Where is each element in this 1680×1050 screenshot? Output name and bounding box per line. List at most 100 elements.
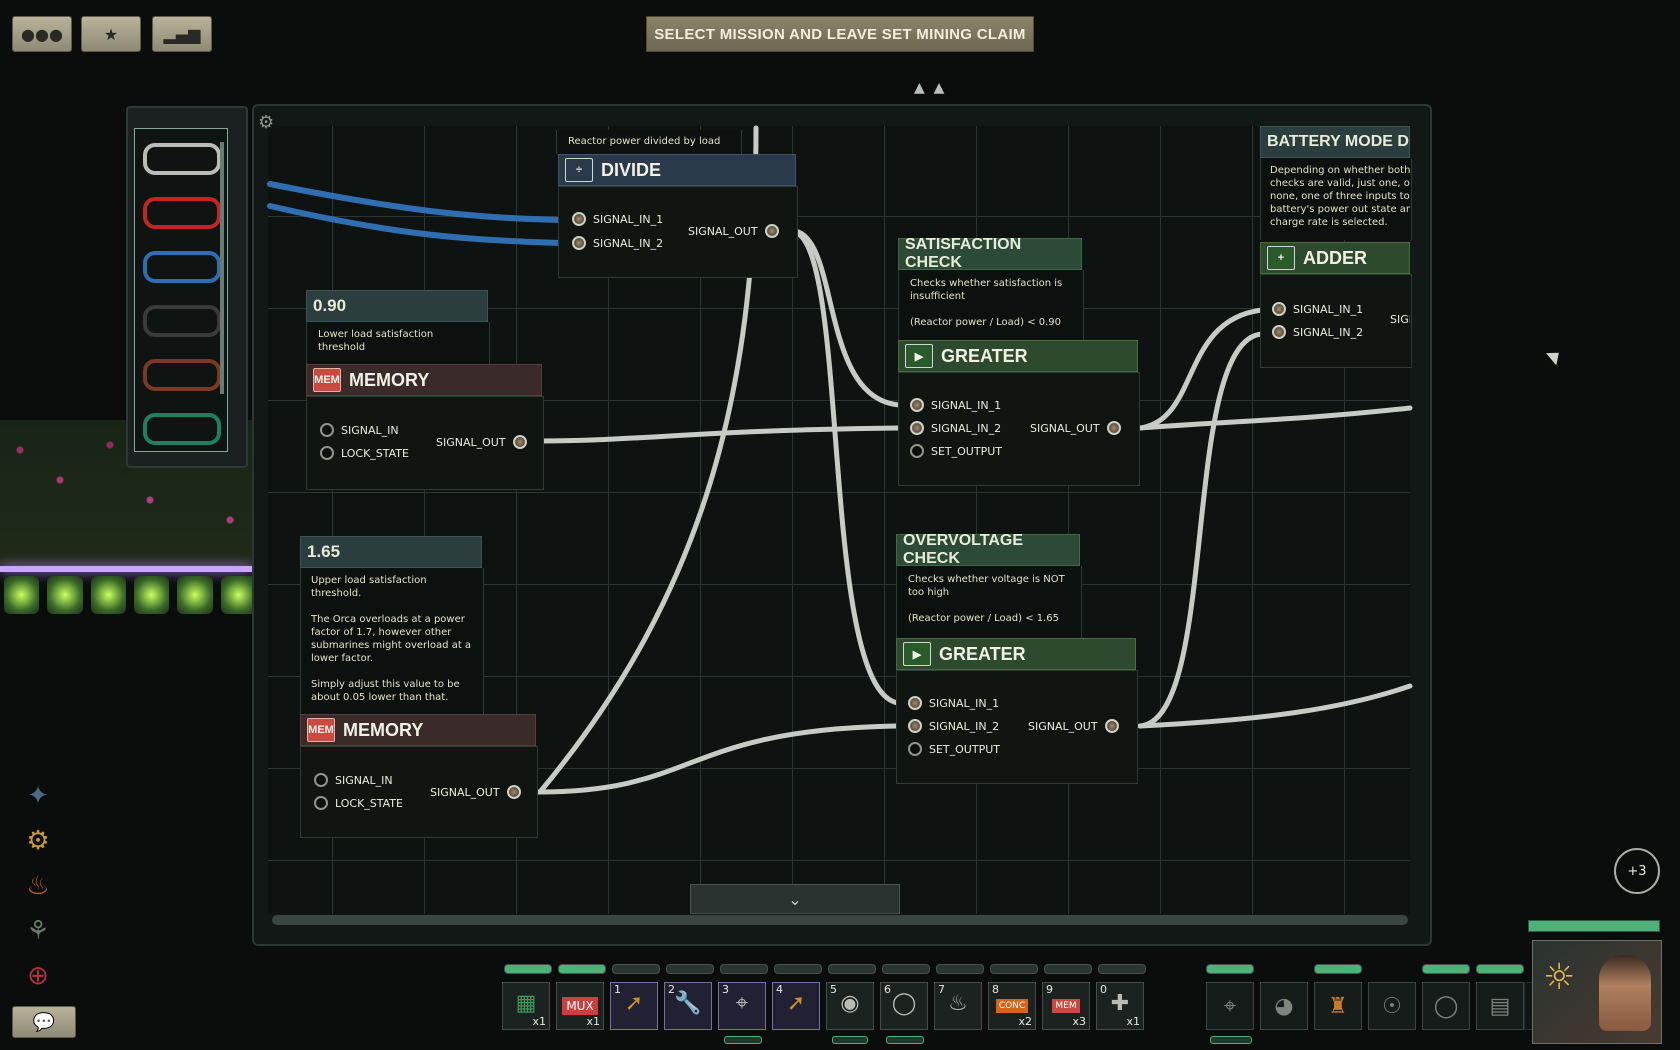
greater1-signal-in-2[interactable]: SIGNAL_IN_2 <box>910 421 1001 435</box>
greater2-node-header[interactable]: ▶ GREATER <box>896 638 1136 670</box>
slot-bar <box>666 964 714 974</box>
hotbar-slot-6[interactable]: 6 ◯ <box>880 982 928 1030</box>
pin-label: SET_OUTPUT <box>929 742 1000 756</box>
memory2-title: MEMORY <box>343 719 424 740</box>
mechanical-skill-icon[interactable]: ⚙ <box>20 823 56 859</box>
memory2-description: Upper load satisfaction threshold. The O… <box>311 575 472 703</box>
hotbar-slot-5[interactable]: 5 ◉ <box>826 982 874 1030</box>
divide-signal-out[interactable]: SIGNAL_OUT <box>688 224 779 238</box>
equip-slot-head[interactable]: ◕ <box>1260 982 1308 1030</box>
satisfaction-check-label[interactable]: SATISFACTION CHECK <box>898 236 1082 271</box>
divide-signal-in-2[interactable]: SIGNAL_IN_2 <box>572 236 663 250</box>
flashlight-icon: ◯ <box>891 991 917 1016</box>
greater1-set-output[interactable]: SET_OUTPUT <box>910 444 1002 458</box>
adder-signal-in-1[interactable]: SIGNAL_IN_1 <box>1272 302 1363 316</box>
hotbar-slot-2[interactable]: 2 🔧 <box>664 982 712 1030</box>
hotbar-slot-8[interactable]: 8 CONC x2 <box>988 982 1036 1030</box>
pin-label: SIGNAL_OUT <box>1028 719 1098 733</box>
memory2-signal-in[interactable]: SIGNAL_IN <box>314 773 393 787</box>
character-portrait[interactable]: ☼ <box>1532 940 1662 1044</box>
fire-icon[interactable]: ♨ <box>20 868 56 904</box>
syringe-icon: ✚ <box>1110 991 1130 1016</box>
equip-slot-body[interactable]: ♜ <box>1314 982 1362 1030</box>
slot-bar <box>612 964 660 974</box>
more-notifications-badge[interactable]: +3 <box>1614 848 1660 894</box>
collapse-panel-button[interactable]: ⌄ <box>690 884 900 914</box>
wire-greater2-to-adder <box>1137 331 1265 729</box>
watering-can-icon: ♨ <box>948 991 968 1016</box>
lightbulb-icon: ☼ <box>1543 957 1576 998</box>
adder-node-header[interactable]: + ADDER <box>1260 242 1410 274</box>
divide-signal-in-1[interactable]: SIGNAL_IN_1 <box>572 212 663 226</box>
pin-label: SIGNAL_OUT <box>1030 421 1100 435</box>
slot-count: x2 <box>1018 1015 1032 1028</box>
greater2-set-output[interactable]: SET_OUTPUT <box>908 742 1000 756</box>
adder-signal-in-2[interactable]: SIGNAL_IN_2 <box>1272 325 1363 339</box>
memory1-signal-in[interactable]: SIGNAL_IN <box>320 423 399 437</box>
wire-memory1-to-greater1 <box>535 425 903 444</box>
pin-label: SIGNAL_IN_1 <box>931 398 1002 412</box>
slot-count: x1 <box>586 1015 600 1028</box>
hotbar-slot-circuit[interactable]: ▦ x1 <box>502 982 550 1030</box>
ammo-bar <box>832 1036 868 1044</box>
pin-label: LOCK_STATE <box>335 796 403 810</box>
memory2-lock-state[interactable]: LOCK_STATE <box>314 796 403 810</box>
memory1-lock-state[interactable]: LOCK_STATE <box>320 446 409 460</box>
greater-icon: ▶ <box>905 344 933 368</box>
divide-node-header[interactable]: ÷ DIVIDE <box>558 154 796 186</box>
battery-mode-label[interactable]: BATTERY MODE DECI. <box>1260 126 1410 158</box>
slot-bar <box>990 964 1038 974</box>
equip-bar <box>1206 964 1254 974</box>
health-icon[interactable]: ⊕ <box>20 958 56 994</box>
husk-icon[interactable]: ⚘ <box>20 913 56 949</box>
chevron-down-icon: ⌄ <box>788 889 802 909</box>
pin-label: SIGNAL_IN_1 <box>929 696 1000 710</box>
screwdriver-icon: ➚ <box>624 991 644 1016</box>
divide-description: Reactor power divided by load <box>568 136 721 147</box>
greater1-signal-in-1[interactable]: SIGNAL_IN_1 <box>910 398 1001 412</box>
circuit-board-icon: ▦ <box>515 991 537 1016</box>
wire-greater1-right <box>1137 405 1413 431</box>
equip-slot-idcard[interactable]: ▤ <box>1476 982 1524 1030</box>
greater2-title: GREATER <box>939 643 1026 664</box>
memory2-value-label[interactable]: 1.65 <box>300 536 482 568</box>
greater2-signal-in-2[interactable]: SIGNAL_IN_2 <box>908 719 999 733</box>
memory1-signal-out[interactable]: SIGNAL_OUT <box>436 435 527 449</box>
greater2-signal-in-1[interactable]: SIGNAL_IN_1 <box>908 696 999 710</box>
equip-slot-goggles[interactable]: ◯ <box>1422 982 1470 1030</box>
memory2-signal-out[interactable]: SIGNAL_OUT <box>430 785 521 799</box>
ammo-bar <box>886 1036 924 1044</box>
hotbar-slot-9[interactable]: 9 MEM x3 <box>1042 982 1090 1030</box>
pin-label: SIGNAL_OUT <box>436 435 506 449</box>
memory-icon: MEM <box>313 368 341 392</box>
greater1-signal-out[interactable]: SIGNAL_OUT <box>1030 421 1121 435</box>
medical-skill-icon[interactable]: ✦ <box>20 778 56 814</box>
headset-icon: ☉ <box>1382 993 1402 1019</box>
hotbar-slot-mux[interactable]: MUX x1 <box>556 982 604 1030</box>
memory2-node-header[interactable]: MEM MEMORY <box>300 714 536 746</box>
memory1-title: MEMORY <box>349 369 430 390</box>
pin-label: SIGNAL_IN_2 <box>593 236 664 250</box>
greater2-signal-out[interactable]: SIGNAL_OUT <box>1028 719 1119 733</box>
equip-slot-headset[interactable]: ☉ <box>1368 982 1416 1030</box>
hotbar-slot-4[interactable]: 4 ➚ <box>772 982 820 1030</box>
chat-button[interactable]: 💬 <box>12 1006 76 1038</box>
screwdriver-icon: ➚ <box>786 991 806 1016</box>
adder-signal-out-partial[interactable]: SIGI <box>1390 313 1410 326</box>
hotbar-slot-3[interactable]: 3 ⌖ <box>718 982 766 1030</box>
equip-slot-weapon[interactable]: ⌖ <box>1206 982 1254 1030</box>
pin-label: SIGNAL_OUT <box>430 785 500 799</box>
hotbar-slot-1[interactable]: 1 ➚ <box>610 982 658 1030</box>
greater1-node-header[interactable]: ▶ GREATER <box>898 340 1138 372</box>
hotbar-slot-7[interactable]: 7 ♨ <box>934 982 982 1030</box>
memory1-value-label[interactable]: 0.90 <box>306 290 488 322</box>
slot-count: x1 <box>1126 1015 1140 1028</box>
memory-icon: MEM <box>1043 999 1089 1013</box>
pin-label: SIGNAL_IN_2 <box>1293 325 1364 339</box>
memory1-node-header[interactable]: MEM MEMORY <box>306 364 542 396</box>
hotbar-slot-0[interactable]: 0 ✚ x1 <box>1096 982 1144 1030</box>
slot-bar <box>1098 964 1146 974</box>
panel-bottom-scrollbar[interactable] <box>272 915 1408 925</box>
greater-icon: ▶ <box>903 642 931 666</box>
overvoltage-check-label[interactable]: OVERVOLTAGE CHECK <box>896 532 1080 567</box>
